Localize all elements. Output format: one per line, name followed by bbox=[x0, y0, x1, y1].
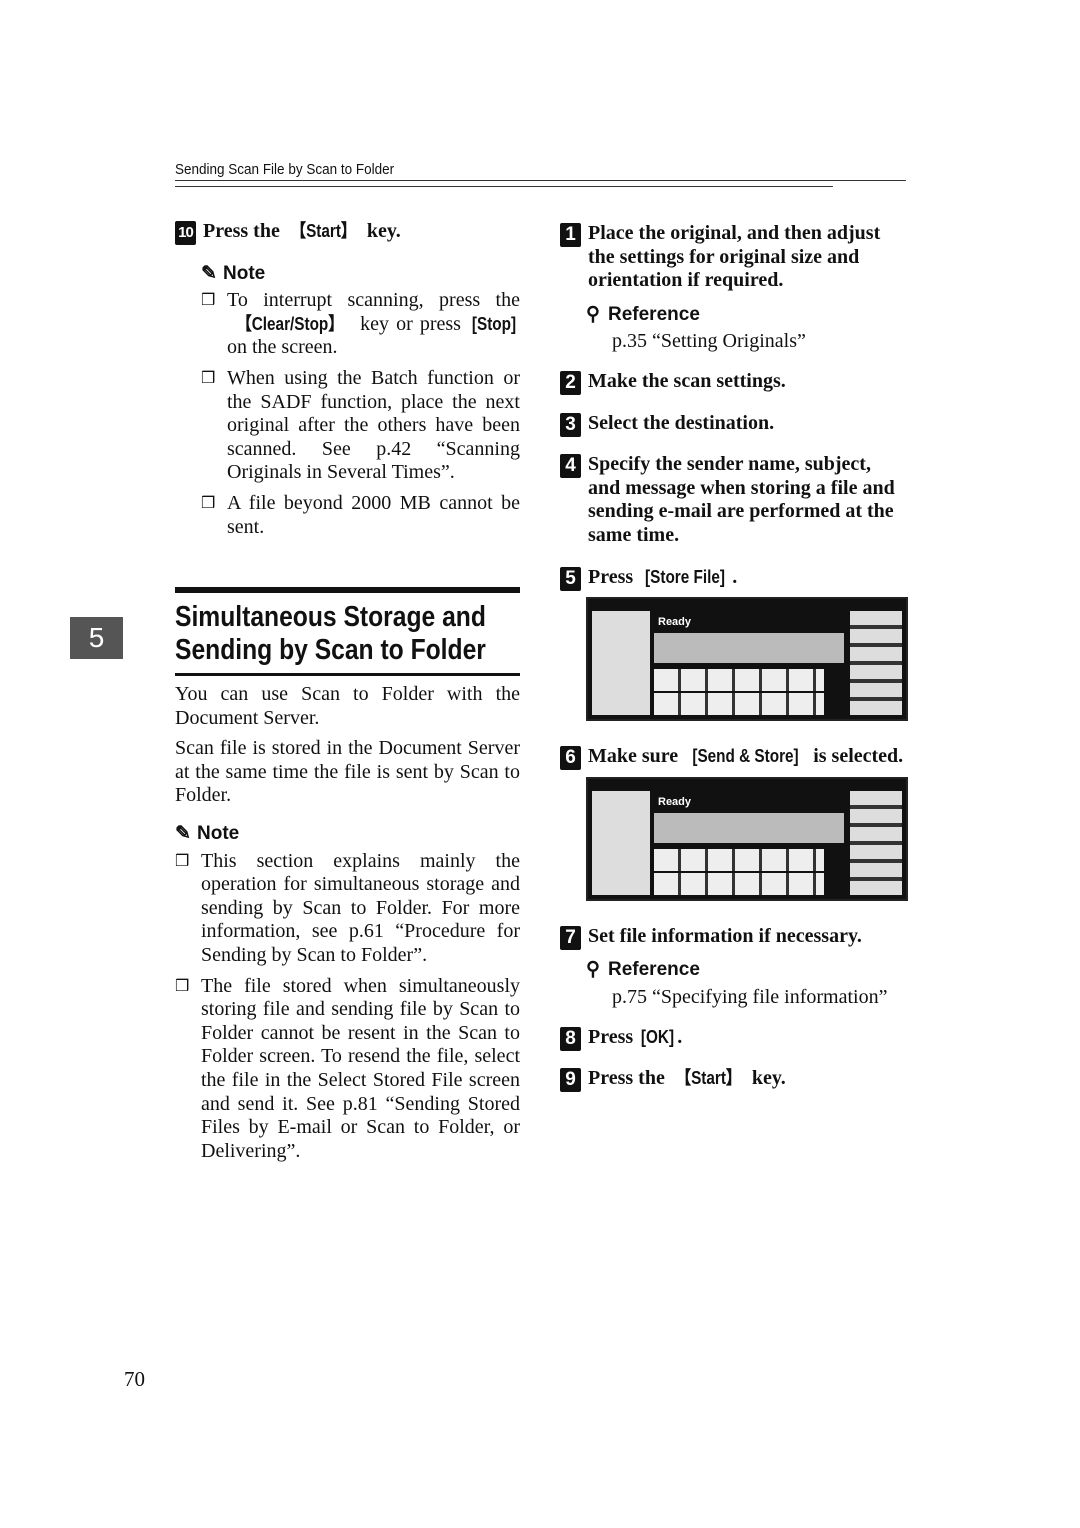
note-item: This section explains mainly the operati… bbox=[175, 850, 520, 968]
note-item: When using the Batch function or the SAD… bbox=[201, 367, 520, 485]
note-item: To interrupt scanning, press the 【Clear/… bbox=[201, 289, 520, 360]
page-number: 70 bbox=[124, 1367, 145, 1391]
step-7: 7 Set file information if necessary. bbox=[560, 925, 906, 950]
header-rule bbox=[175, 180, 906, 181]
left-column-bottom: You can use Scan to Folder with the Docu… bbox=[175, 683, 520, 1170]
reference-heading: ⚲ Reference bbox=[586, 303, 700, 325]
step-10: 10 Press the 【Start】 key. bbox=[175, 220, 520, 245]
paragraph: Scan file is stored in the Document Serv… bbox=[175, 737, 520, 807]
reference-heading: ⚲ Reference bbox=[586, 959, 700, 981]
pencil-icon: ✎ bbox=[201, 262, 217, 284]
note-heading: ✎ Note bbox=[175, 822, 240, 844]
step-6: 6 Make sure [Send & Store] is selected. bbox=[560, 745, 906, 771]
note-item: The file stored when simultaneously stor… bbox=[175, 975, 520, 1164]
step-1: 1 Place the original, and then adjust the… bbox=[560, 222, 906, 293]
step-2: 2 Make the scan settings. bbox=[560, 370, 906, 395]
pencil-icon: ✎ bbox=[175, 822, 191, 844]
step-8: 8 Press [OK]. bbox=[560, 1026, 906, 1051]
note-heading: ✎ Note bbox=[201, 262, 266, 284]
magnifier-icon: ⚲ bbox=[586, 959, 600, 981]
manual-page: Sending Scan File by Scan to Folder 5 10… bbox=[0, 0, 1080, 1528]
screen-image-send-and-store: Ready bbox=[586, 776, 908, 901]
step-number: 10 bbox=[175, 221, 196, 245]
running-header: Sending Scan File by Scan to Folder bbox=[175, 158, 833, 187]
paragraph: You can use Scan to Folder with the Docu… bbox=[175, 683, 520, 729]
reference-text: p.35 “Setting Originals” bbox=[612, 330, 806, 353]
step-9: 9 Press the 【Start】 key. bbox=[560, 1067, 906, 1093]
step-5: 5 Press [Store File]. bbox=[560, 566, 906, 591]
section-title: Simultaneous Storage and Sending by Scan … bbox=[175, 587, 520, 676]
left-column-top: 10Press the 【Start】 key. ✎Note To interr… bbox=[175, 220, 520, 546]
right-column: 1 Place the original, and then adjust the… bbox=[560, 222, 908, 1109]
magnifier-icon: ⚲ bbox=[586, 303, 600, 325]
reference-text: p.75 “Specifying file information” bbox=[612, 985, 888, 1008]
chapter-tab: 5 bbox=[70, 617, 123, 659]
screen-image-store-file: Ready bbox=[586, 597, 908, 722]
note-item: A file beyond 2000 MB cannot be sent. bbox=[201, 492, 520, 539]
step-4: 4 Specify the sender name, subject, and m… bbox=[560, 453, 906, 547]
step-3: 3 Select the destination. bbox=[560, 412, 906, 437]
